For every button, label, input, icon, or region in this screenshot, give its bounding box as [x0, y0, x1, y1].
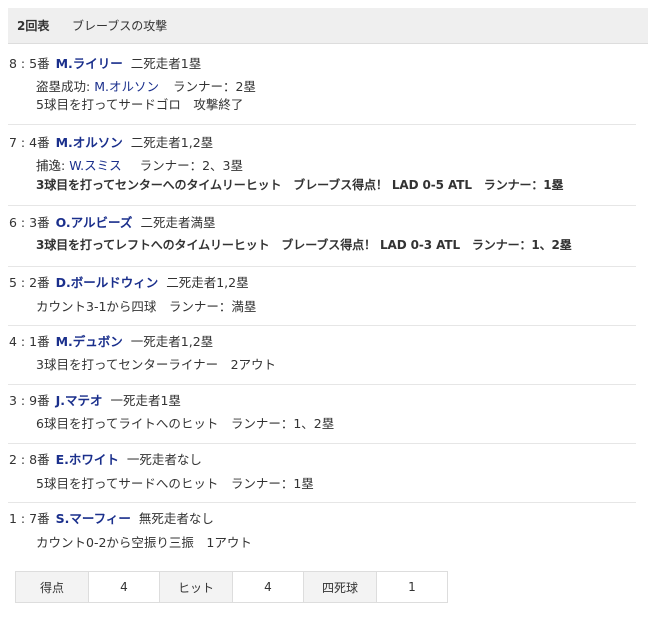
situation-text: 一死走者なし [126, 452, 202, 467]
situation-text: 二死走者1,2塁 [130, 135, 214, 150]
batting-order: 9番 [29, 393, 50, 408]
detail-text: 5球目を打ってサードゴロ 攻撃終了 [36, 97, 244, 112]
batting-order: 3番 [29, 215, 50, 230]
situation-text: 無死走者なし [138, 511, 214, 526]
summary-hits-label: ヒット [159, 571, 233, 603]
detail-text: 3球目を打ってセンターへのタイムリーヒット ブレーブス得点！ LAD 0-5 A… [36, 178, 564, 192]
play-detail-line: カウント3-1から四球 ランナー：満塁 [36, 298, 256, 316]
play-order: 4 [9, 334, 17, 349]
order-separator: : [16, 511, 30, 526]
play-order: 1 [9, 511, 17, 526]
play-detail-line: 捕逸: W.スミス ランナー：2、3塁 [36, 157, 243, 175]
play-entry: 5 : 2番 D.ボールドウィン 二死走者1,2塁カウント3-1から四球 ランナー：… [8, 267, 636, 326]
order-separator: : [16, 334, 30, 349]
batting-order: 1番 [29, 334, 50, 349]
detail-text: カウント3-1から四球 ランナー：満塁 [36, 299, 257, 314]
play-entry: 7 : 4番 M.オルソン 二死走者1,2塁捕逸: W.スミス ランナー：2、3塁 3球… [8, 125, 636, 206]
play-entry: 8 : 5番 M.ライリー 二死走者1塁 盗塁成功: M.オルソン ランナー：2塁 5球目… [8, 48, 636, 125]
play-order: 8 [9, 56, 17, 71]
play-entry: 3 : 9番 J.マテオ 一死走者1塁 6球目を打ってライトへのヒット ランナー：1、… [8, 385, 636, 444]
play-detail-line: 3球目を打ってセンターライナー 2アウト [36, 356, 276, 374]
summary-runs-label: 得点 [15, 571, 89, 603]
play-order: 2 [9, 452, 17, 467]
detail-text: カウント0-2から空振り三振 1アウト [36, 535, 252, 550]
play-batter-line: 8 : 5番 M.ライリー 二死走者1塁 [9, 55, 201, 73]
batting-order: 7番 [29, 511, 50, 526]
inning-header: 2回表 ブレーブスの攻撃 [8, 8, 648, 44]
situation-text: 二死走者満塁 [140, 215, 216, 230]
batting-order: 5番 [29, 56, 50, 71]
detail-text: ランナー：2塁 [172, 79, 256, 94]
play-batter-line: 6 : 3番 O.アルビーズ 二死走者満塁 [9, 214, 215, 232]
player-link[interactable]: M.デュボン [56, 334, 123, 349]
summary-runs-value: 4 [88, 571, 160, 603]
order-separator: : [16, 275, 30, 290]
situation-text: 一死走者1,2塁 [130, 334, 214, 349]
situation-text: 二死走者1,2塁 [166, 275, 249, 290]
detail-text: 盗塁成功: [36, 79, 95, 94]
detail-text: ランナー：2、3塁 [139, 158, 243, 173]
play-order: 3 [9, 393, 17, 408]
play-order: 5 [9, 275, 17, 290]
play-detail-line: 盗塁成功: M.オルソン ランナー：2塁 [36, 78, 256, 96]
play-detail-line: 3球目を打ってレフトへのタイムリーヒット ブレーブス得点！ LAD 0-3 AT… [36, 236, 572, 254]
play-entry: 6 : 3番 O.アルビーズ 二死走者満塁 3球目を打ってレフトへのタイムリーヒット … [8, 206, 636, 267]
order-separator: : [16, 393, 30, 408]
summary-hits-value: 4 [232, 571, 304, 603]
detail-text: 3球目を打ってレフトへのタイムリーヒット ブレーブス得点！ LAD 0-3 AT… [36, 238, 572, 252]
play-batter-line: 1 : 7番 S.マーフィー 無死走者なし [9, 510, 214, 528]
batting-order: 2番 [29, 275, 50, 290]
summary-walks-label: 四死球 [303, 571, 377, 603]
runner-link[interactable]: W.スミス [69, 158, 121, 173]
play-order: 6 [9, 215, 17, 230]
play-order: 7 [9, 135, 17, 150]
team-attack-label: ブレーブスの攻撃 [72, 19, 168, 33]
play-batter-line: 3 : 9番 J.マテオ 一死走者1塁 [9, 392, 181, 410]
batting-order: 4番 [29, 135, 50, 150]
player-link[interactable]: D.ボールドウィン [56, 275, 159, 290]
situation-text: 二死走者1塁 [130, 56, 202, 71]
order-separator: : [16, 215, 30, 230]
order-separator: : [16, 56, 30, 71]
inning-summary-table: 得点 4 ヒット 4 四死球 1 [15, 571, 448, 603]
runner-link[interactable]: M.オルソン [94, 79, 159, 94]
player-link[interactable]: M.ライリー [56, 56, 123, 71]
play-detail-line: 5球目を打ってサードゴロ 攻撃終了 [36, 96, 243, 114]
detail-text: 6球目を打ってライトへのヒット ランナー：1、2塁 [36, 416, 335, 431]
order-separator: : [16, 135, 30, 150]
situation-text: 一死走者1塁 [110, 393, 181, 408]
play-detail-line: 5球目を打ってサードへのヒット ランナー：1塁 [36, 475, 314, 493]
inning-label: 2回表 [17, 19, 50, 33]
player-link[interactable]: J.マテオ [56, 393, 103, 408]
play-detail-line: 6球目を打ってライトへのヒット ランナー：1、2塁 [36, 415, 334, 433]
summary-row: 得点 4 ヒット 4 四死球 1 [15, 571, 448, 603]
play-detail-line: カウント0-2から空振り三振 1アウト [36, 534, 252, 552]
play-batter-line: 5 : 2番 D.ボールドウィン 二死走者1,2塁 [9, 274, 249, 292]
order-separator: : [16, 452, 30, 467]
detail-text: 5球目を打ってサードへのヒット ランナー：1塁 [36, 476, 314, 491]
player-link[interactable]: M.オルソン [56, 135, 123, 150]
play-entry: 1 : 7番 S.マーフィー 無死走者なしカウント0-2から空振り三振 1アウト [8, 503, 636, 562]
detail-text: 捕逸: [36, 158, 70, 173]
detail-text: 3球目を打ってセンターライナー 2アウト [36, 357, 277, 372]
summary-walks-value: 1 [376, 571, 448, 603]
play-batter-line: 4 : 1番 M.デュボン 一死走者1,2塁 [9, 333, 213, 351]
batting-order: 8番 [29, 452, 50, 467]
play-entry: 2 : 8番 E.ホワイト 一死走者なし 5球目を打ってサードへのヒット ランナー：1… [8, 444, 636, 503]
play-detail-line: 3球目を打ってセンターへのタイムリーヒット ブレーブス得点！ LAD 0-5 A… [36, 176, 564, 194]
play-batter-line: 7 : 4番 M.オルソン 二死走者1,2塁 [9, 134, 213, 152]
player-link[interactable]: E.ホワイト [56, 452, 119, 467]
play-entry: 4 : 1番 M.デュボン 一死走者1,2塁 3球目を打ってセンターライナー 2アウト [8, 326, 636, 385]
player-link[interactable]: O.アルビーズ [56, 215, 133, 230]
play-batter-line: 2 : 8番 E.ホワイト 一死走者なし [9, 451, 202, 469]
player-link[interactable]: S.マーフィー [56, 511, 131, 526]
